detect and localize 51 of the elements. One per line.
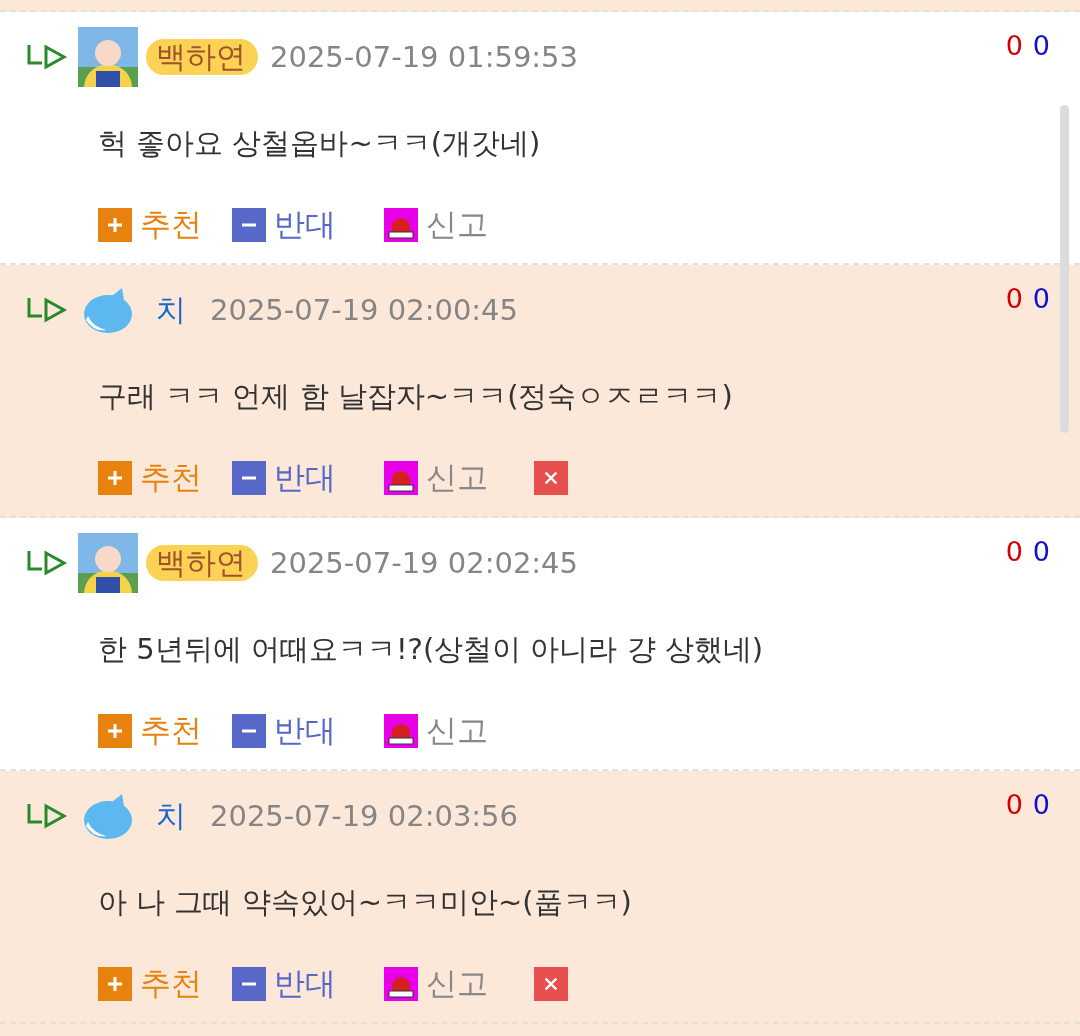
plus-icon xyxy=(98,967,132,1001)
oppose-button[interactable]: 반대 xyxy=(232,963,336,1005)
comment-text: 한 5년뒤에 어때요ㅋㅋ!?(상철이 아니라 걍 상했네) xyxy=(98,631,765,668)
close-icon xyxy=(542,975,560,993)
minus-icon xyxy=(232,714,266,748)
recommend-button[interactable]: 추천 xyxy=(98,204,202,246)
siren-icon xyxy=(384,461,418,495)
delete-button[interactable] xyxy=(534,461,568,495)
minus-icon xyxy=(232,461,266,495)
timestamp: 2025-07-19 02:00:45 xyxy=(210,293,518,327)
siren-icon xyxy=(384,208,418,242)
oppose-button[interactable]: 반대 xyxy=(232,204,336,246)
plus-icon xyxy=(98,208,132,242)
upvote-count: 0 xyxy=(1005,789,1023,820)
timestamp: 2025-07-19 01:59:53 xyxy=(270,40,578,74)
siren-icon xyxy=(384,714,418,748)
downvote-count: 0 xyxy=(1032,789,1050,820)
recommend-button[interactable]: 추천 xyxy=(98,457,202,499)
upvote-count: 0 xyxy=(1005,536,1023,567)
user-name[interactable]: 백하연 xyxy=(148,35,254,79)
downvote-count: 0 xyxy=(1032,283,1050,314)
avatar xyxy=(78,533,138,593)
downvote-count: 0 xyxy=(1032,30,1050,61)
recommend-button[interactable]: 추천 xyxy=(98,963,202,1005)
upvote-count: 0 xyxy=(1005,30,1023,61)
avatar xyxy=(78,27,138,87)
user-name[interactable]: 치 xyxy=(148,288,194,332)
delete-button[interactable] xyxy=(534,967,568,1001)
plus-icon xyxy=(98,714,132,748)
timestamp: 2025-07-19 02:02:45 xyxy=(270,546,578,580)
user-name[interactable]: 치 xyxy=(148,794,194,838)
upvote-count: 0 xyxy=(1005,283,1023,314)
close-icon xyxy=(542,469,560,487)
plus-icon xyxy=(98,461,132,495)
comment-text: 구래 ㅋㅋ 언제 함 날잡자~ㅋㅋ(정숙ㅇㅈㄹㅋㅋ) xyxy=(98,378,734,415)
siren-icon xyxy=(384,967,418,1001)
oppose-button[interactable]: 반대 xyxy=(232,710,336,752)
scrollbar[interactable] xyxy=(1060,105,1069,433)
user-name[interactable]: 백하연 xyxy=(148,541,254,585)
minus-icon xyxy=(232,208,266,242)
report-button[interactable]: 신고 xyxy=(384,710,488,752)
oppose-button[interactable]: 반대 xyxy=(232,457,336,499)
downvote-count: 0 xyxy=(1032,536,1050,567)
comment-text: 헉 좋아요 상철옵바~ㅋㅋ(개갓네) xyxy=(98,125,542,162)
timestamp: 2025-07-19 02:03:56 xyxy=(210,799,518,833)
report-button[interactable]: 신고 xyxy=(384,204,488,246)
minus-icon xyxy=(232,967,266,1001)
comment-text: 아 나 그때 약속있어~ㅋㅋ미안~(풉ㅋㅋ) xyxy=(98,884,633,921)
recommend-button[interactable]: 추천 xyxy=(98,710,202,752)
report-button[interactable]: 신고 xyxy=(384,457,488,499)
report-button[interactable]: 신고 xyxy=(384,963,488,1005)
